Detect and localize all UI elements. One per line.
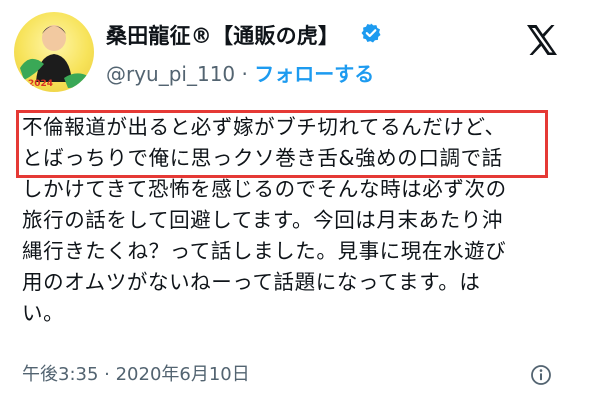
author-handle[interactable]: @ryu_pi_110 — [106, 62, 235, 86]
highlight-box — [16, 110, 548, 178]
avatar-badge-text: 2024 — [28, 79, 53, 89]
post-timestamp[interactable]: 午後3:35 · 2020年6月10日 — [22, 360, 250, 386]
post-line-6: 用のオムツがないねーって話題になってます。は — [22, 270, 481, 294]
info-icon[interactable] — [530, 364, 552, 386]
avatar[interactable]: 2024 — [14, 12, 94, 92]
verified-badge-icon — [361, 23, 381, 43]
x-logo-icon[interactable] — [524, 22, 560, 58]
post-card: 2024 桑田龍征®【通販の虎】 @ryu_pi_110 · フォローする 不倫… — [0, 0, 600, 400]
separator: · — [235, 62, 255, 86]
handle-row: @ryu_pi_110 · フォローする — [106, 58, 374, 87]
avatar-image: 2024 — [20, 25, 88, 89]
post-line-7: い。 — [22, 301, 65, 325]
post-line-3: しかけてきて恐怖を感じるのでそんな時は必ず次の — [22, 177, 507, 201]
post-line-4: 旅行の話をして回避してます。今回は月末あたり沖 — [22, 208, 503, 232]
post-line-5: 縄行きたくね？って話しました。見事に現在水遊び — [22, 239, 507, 263]
author-display-name[interactable]: 桑田龍征®【通販の虎】 — [106, 20, 339, 50]
follow-button[interactable]: フォローする — [254, 62, 374, 86]
